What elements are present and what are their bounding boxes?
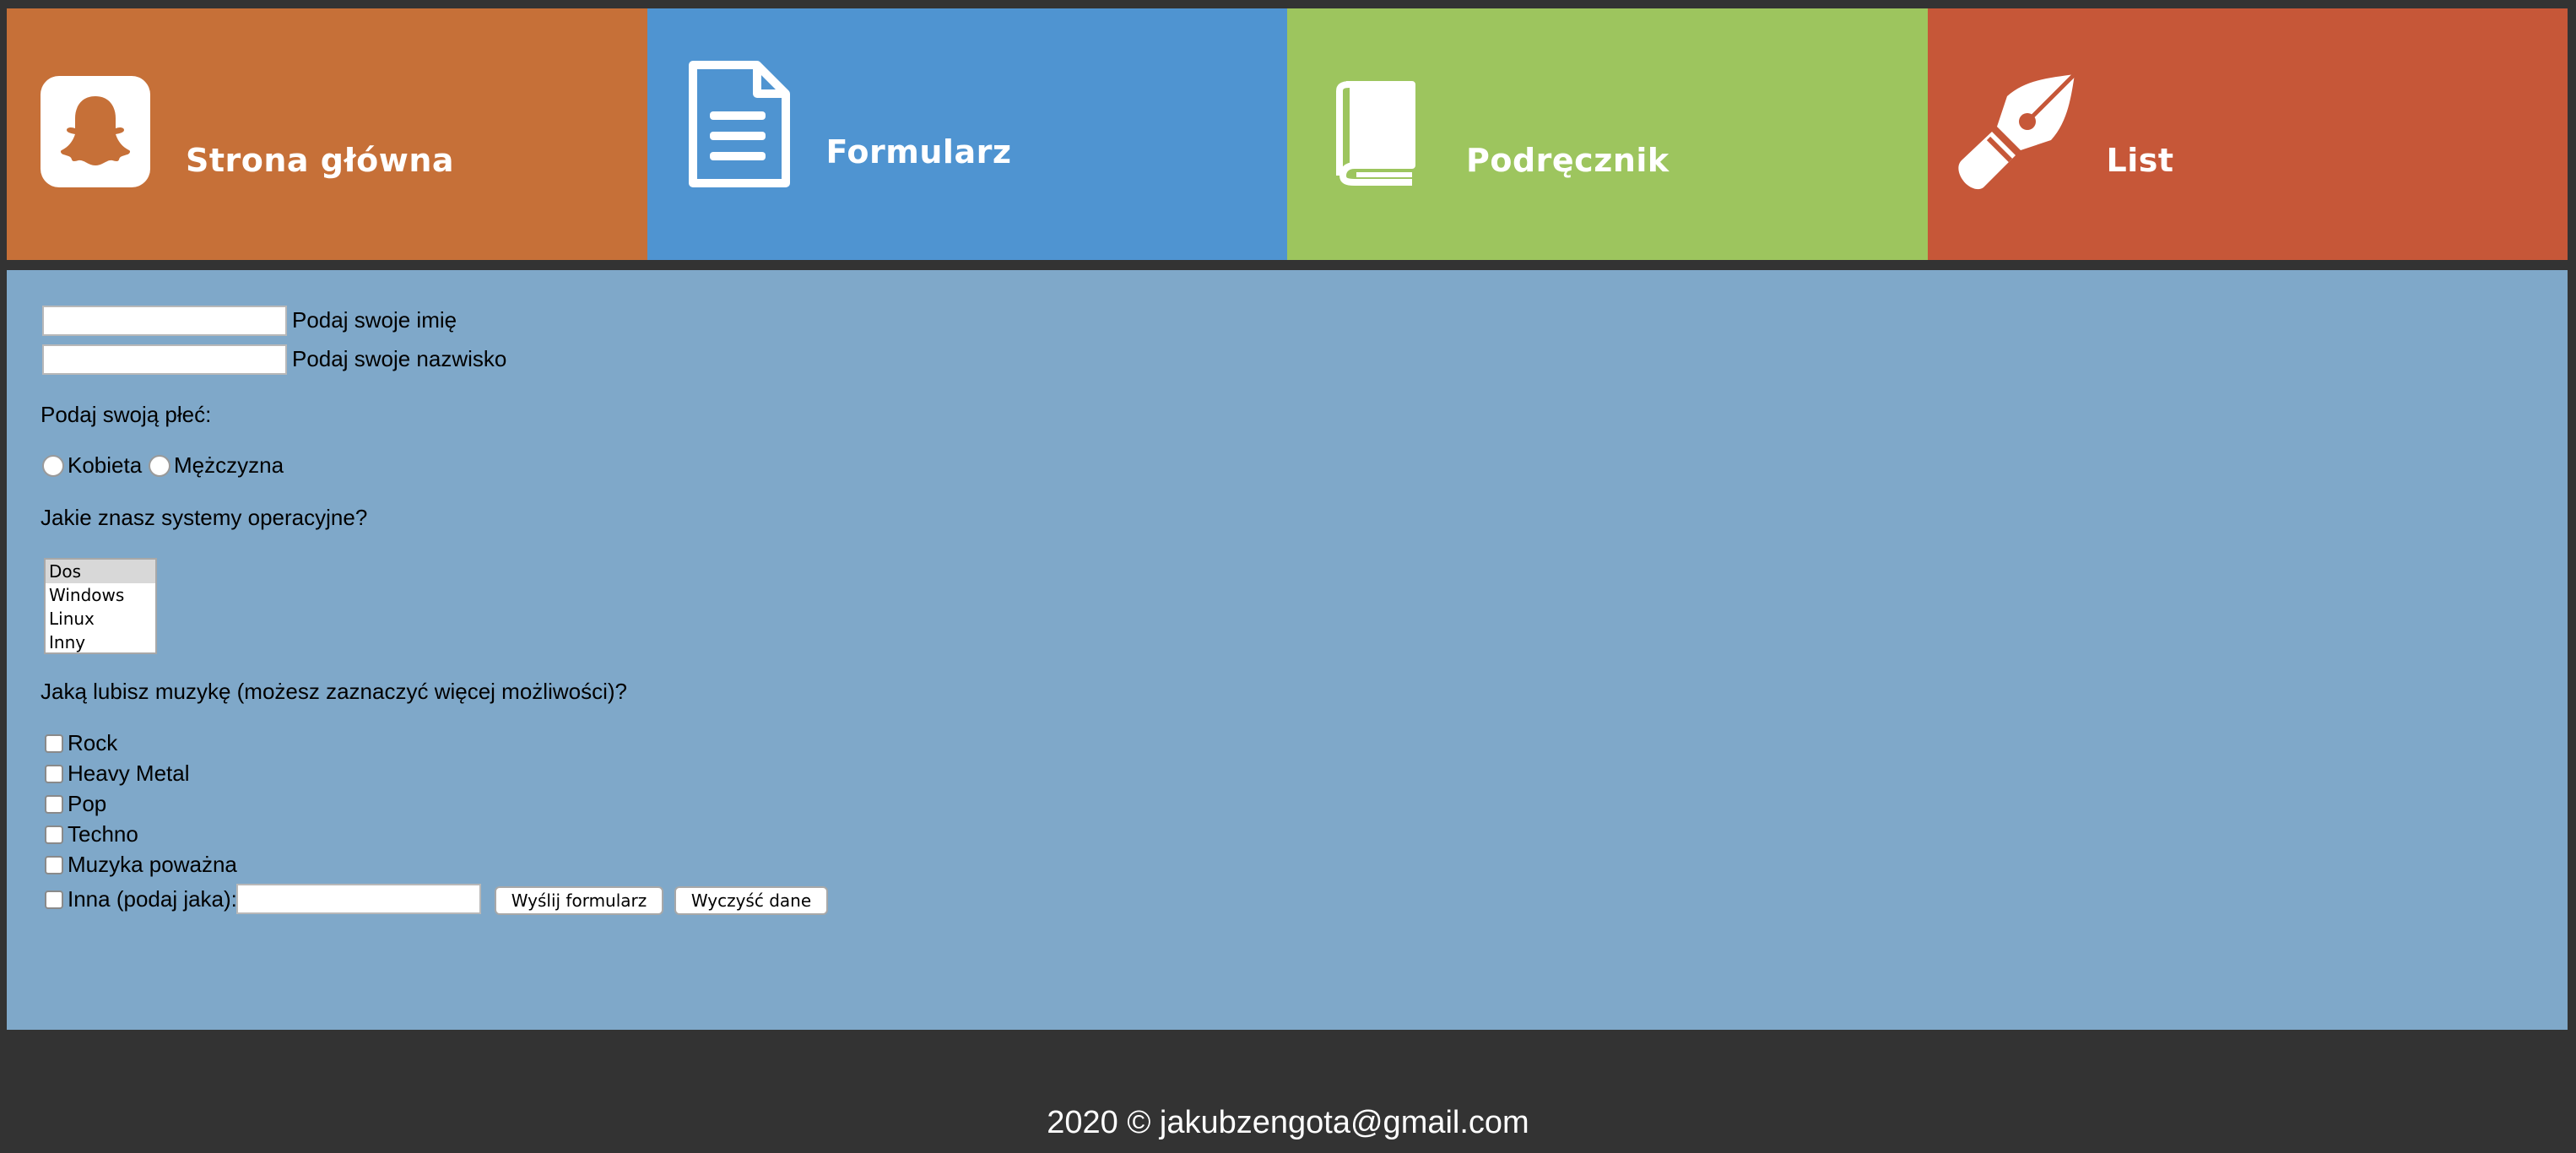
music-label-heavy-metal: Heavy Metal xyxy=(68,761,190,786)
footer-copyright: 2020 © jakubzengota@gmail.com xyxy=(1047,1105,1529,1140)
music-checkbox-heavy-metal[interactable] xyxy=(45,765,63,783)
submit-button[interactable]: Wyślij formularz xyxy=(495,886,663,915)
gender-label-male: Mężczyzna xyxy=(174,452,284,478)
music-checkbox-other[interactable] xyxy=(45,890,63,909)
nav-tile-letter[interactable]: List xyxy=(1927,8,2568,260)
book-icon xyxy=(1336,81,1415,186)
gender-label-female: Kobieta xyxy=(68,452,143,478)
music-question: Jaką lubisz muzykę (możesz zaznaczyć wię… xyxy=(41,679,627,704)
document-icon xyxy=(688,61,790,187)
snapchat-ghost-icon xyxy=(41,76,150,187)
os-option[interactable]: Dos xyxy=(46,560,155,583)
gender-radio-female[interactable] xyxy=(42,455,64,477)
reset-button[interactable]: Wyczyść dane xyxy=(674,886,828,915)
nav-tile-home[interactable]: Strona główna xyxy=(7,8,647,260)
music-checkbox-classical[interactable] xyxy=(45,856,63,874)
nav-tile-book[interactable]: Podręcznik xyxy=(1287,8,1928,260)
first-name-label: Podaj swoje imię xyxy=(292,307,457,333)
last-name-input[interactable] xyxy=(42,344,287,375)
nav-label-letter: List xyxy=(2106,142,2174,179)
music-checkbox-techno[interactable] xyxy=(45,826,63,844)
music-label-pop: Pop xyxy=(68,791,107,816)
other-music-input[interactable] xyxy=(236,884,481,914)
gender-question: Podaj swoją płeć: xyxy=(41,402,212,427)
first-name-input[interactable] xyxy=(42,306,287,336)
nav-label-home: Strona główna xyxy=(186,142,455,179)
music-checkbox-rock[interactable] xyxy=(45,734,63,753)
os-question: Jakie znasz systemy operacyjne? xyxy=(41,505,368,530)
music-label-classical: Muzyka poważna xyxy=(68,852,237,877)
form-section: Podaj swoje imię Podaj swoje nazwisko Po… xyxy=(7,270,2568,1030)
gender-radio-male[interactable] xyxy=(149,455,170,477)
os-option[interactable]: Linux xyxy=(46,607,155,631)
os-option[interactable]: Inny xyxy=(46,631,155,652)
os-option[interactable]: Windows xyxy=(46,583,155,607)
music-label-rock: Rock xyxy=(68,730,118,755)
nav-label-form: Formularz xyxy=(825,133,1012,171)
last-name-label: Podaj swoje nazwisko xyxy=(292,346,507,371)
music-label-techno: Techno xyxy=(68,821,138,847)
os-listbox[interactable]: Dos Windows Linux Inny xyxy=(44,558,157,654)
music-label-other: Inna (podaj jaka): xyxy=(68,886,237,912)
nav-tile-form[interactable]: Formularz xyxy=(647,8,1287,260)
nav-label-book: Podręcznik xyxy=(1466,142,1670,179)
main-nav: Strona główna Formularz Podręcznik List xyxy=(7,8,2568,260)
fountain-pen-icon xyxy=(1957,73,2076,190)
music-checkbox-pop[interactable] xyxy=(45,795,63,814)
